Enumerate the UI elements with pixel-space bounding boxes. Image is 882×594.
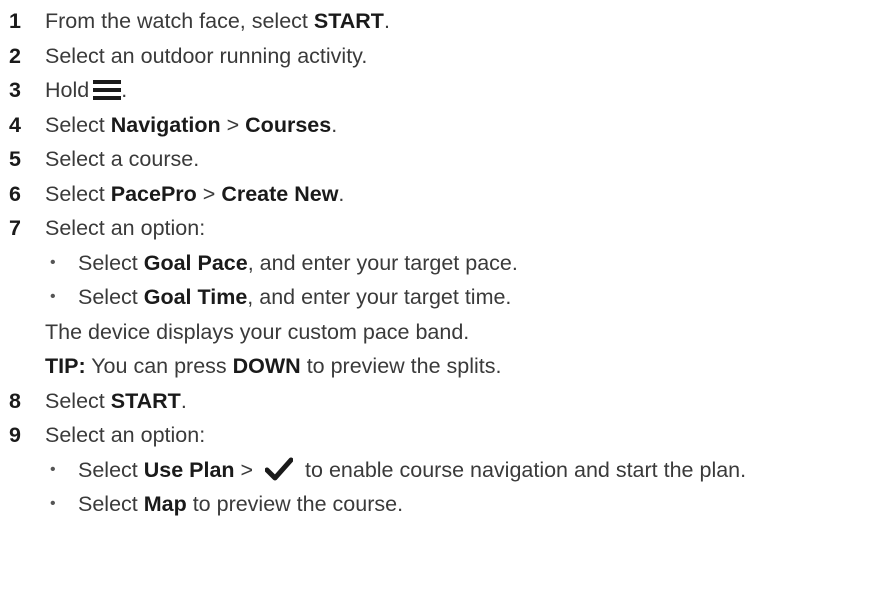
step-text: Select PacePro > Create New.: [45, 181, 345, 206]
bullet-text: Select Goal Time, and enter your target …: [78, 285, 512, 309]
step-text: Select an option:: [45, 216, 206, 240]
bullet-icon: •: [50, 288, 56, 305]
step-number: 5: [9, 147, 21, 171]
step-number: 2: [9, 43, 21, 68]
menu-icon: [93, 80, 122, 100]
bullet-text: Select Use Plan > to enable course navig…: [78, 457, 747, 482]
step-text: Select a course.: [45, 147, 200, 171]
step-number: 4: [9, 112, 21, 137]
step-text: Select an option:: [45, 423, 206, 447]
tip-label: TIP:: [45, 354, 86, 378]
step-note: The device displays your custom pace ban…: [0, 315, 882, 350]
step-3: 3 Hold.: [0, 73, 882, 108]
step-number: 6: [9, 181, 21, 206]
bullet-text: Select Map to preview the course.: [78, 492, 404, 516]
step-8: 8 Select START.: [0, 384, 882, 419]
step-number: 7: [9, 216, 21, 240]
check-icon: [265, 457, 294, 480]
tip-text: TIP: You can press DOWN to preview the s…: [45, 354, 502, 378]
step-6: 6 Select PacePro > Create New.: [0, 177, 882, 212]
list-item: • Select Map to preview the course.: [0, 487, 882, 522]
bullet-text: Select Goal Pace, and enter your target …: [78, 250, 518, 275]
list-item: • Select Goal Time, and enter your targe…: [0, 280, 882, 315]
step-2: 2 Select an outdoor running activity.: [0, 39, 882, 74]
step-text: Select START.: [45, 388, 187, 413]
step-4: 4 Select Navigation > Courses.: [0, 108, 882, 143]
step-number: 1: [9, 9, 21, 33]
step-number: 8: [9, 388, 21, 413]
step-number: 3: [9, 78, 21, 102]
step-text: Select Navigation > Courses.: [45, 112, 338, 137]
step-text: Hold.: [45, 78, 128, 102]
step-7: 7 Select an option:: [0, 211, 882, 246]
bullet-icon: •: [50, 253, 56, 271]
tip: TIP: You can press DOWN to preview the s…: [0, 349, 882, 384]
step-9: 9 Select an option:: [0, 418, 882, 453]
bullet-icon: •: [50, 460, 56, 478]
step-text: From the watch face, select START.: [45, 9, 390, 33]
note-text: The device displays your custom pace ban…: [45, 319, 470, 344]
step-text: Select an outdoor running activity.: [45, 43, 368, 68]
instruction-list: 1 From the watch face, select START. 2 S…: [0, 0, 882, 522]
bullet-icon: •: [50, 495, 56, 512]
step-5: 5 Select a course.: [0, 142, 882, 177]
list-item: • Select Goal Pace, and enter your targe…: [0, 246, 882, 281]
list-item: • Select Use Plan > to enable course nav…: [0, 453, 882, 488]
step-1: 1 From the watch face, select START.: [0, 4, 882, 39]
step-number: 9: [9, 423, 21, 447]
